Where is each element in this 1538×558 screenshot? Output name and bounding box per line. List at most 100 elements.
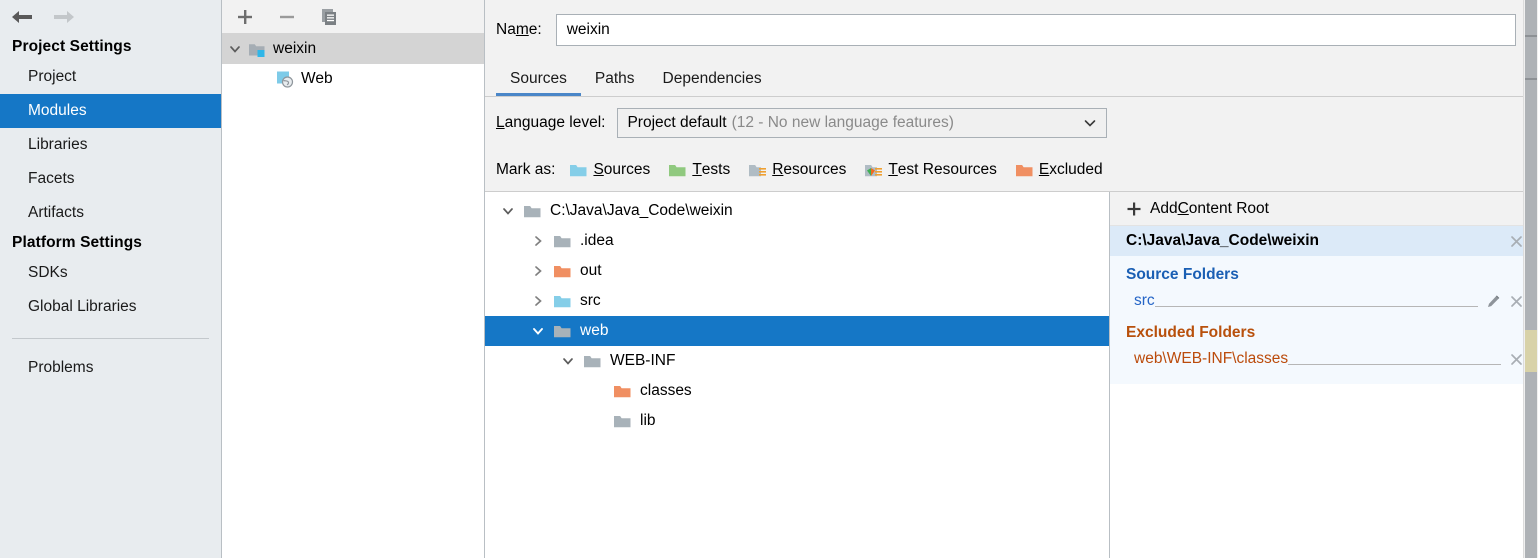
folder-resources-icon xyxy=(748,162,768,179)
chevron-right-icon[interactable] xyxy=(523,294,553,308)
source-folder-row[interactable]: src xyxy=(1110,288,1538,314)
language-level-select[interactable]: Project default (12 - No new language fe… xyxy=(617,108,1108,138)
settings-sidebar: Project Settings Project Modules Librari… xyxy=(0,0,222,558)
mark-as-test-resources-label: est Resources xyxy=(897,161,997,178)
sidebar-item-global-libraries[interactable]: Global Libraries xyxy=(0,290,221,324)
add-content-root-button[interactable]: Add Content Root xyxy=(1110,192,1538,226)
tab-paths[interactable]: Paths xyxy=(581,70,649,96)
mark-as-tests-button[interactable]: Tests xyxy=(668,161,730,179)
folder-plain-icon xyxy=(523,203,543,220)
chevron-right-icon[interactable] xyxy=(523,264,553,278)
tree-row-classes[interactable]: classes xyxy=(485,376,1109,406)
tree-row-label: .idea xyxy=(580,232,614,249)
chevron-down-icon[interactable] xyxy=(493,204,523,218)
content-root-path: C:\Java\Java_Code\weixin xyxy=(1126,232,1319,249)
remove-module-button[interactable] xyxy=(274,4,300,30)
mark-as-sources-button[interactable]: Sources xyxy=(569,161,650,179)
content-root-block: C:\Java\Java_Code\weixin Source Folders … xyxy=(1110,226,1538,384)
folder-plain-icon xyxy=(553,323,573,340)
add-content-root-post: ontent Root xyxy=(1188,199,1269,217)
module-tree-row-web[interactable]: Web xyxy=(222,64,484,94)
tree-row-label: WEB-INF xyxy=(610,352,676,369)
sidebar-item-modules[interactable]: Modules xyxy=(0,94,221,128)
scrollbar-highlight xyxy=(1525,330,1537,372)
chevron-down-icon[interactable] xyxy=(222,42,248,56)
forward-button[interactable] xyxy=(50,5,78,29)
module-folder-icon xyxy=(248,41,267,58)
module-name-label: Name: xyxy=(496,21,542,39)
sidebar-group-title-platform-settings: Platform Settings xyxy=(12,234,143,251)
chevron-down-icon[interactable] xyxy=(523,324,553,338)
project-structure-dialog: Project Settings Project Modules Librari… xyxy=(0,0,1538,558)
mark-as-sources-label: ources xyxy=(603,161,651,178)
tree-row-idea[interactable]: .idea xyxy=(485,226,1109,256)
close-icon xyxy=(1511,353,1522,365)
module-tree-row-weixin[interactable]: weixin xyxy=(222,34,484,64)
language-level-label: Language level: xyxy=(496,114,605,132)
excluded-folder-row[interactable]: web\WEB-INF\classes xyxy=(1110,346,1538,372)
plus-icon xyxy=(1126,201,1142,217)
copy-module-button[interactable] xyxy=(316,4,342,30)
close-icon xyxy=(1511,295,1522,307)
sidebar-item-libraries[interactable]: Libraries xyxy=(0,128,221,162)
language-level-value: Project default xyxy=(627,114,727,131)
folder-sources-icon xyxy=(569,162,589,179)
tree-row-web[interactable]: web xyxy=(485,316,1109,346)
scrollbar-thumb[interactable] xyxy=(1525,0,1537,558)
pencil-icon xyxy=(1488,294,1500,307)
module-name-input[interactable]: weixin xyxy=(555,14,1516,46)
tree-row-content-root[interactable]: C:\Java\Java_Code\weixin xyxy=(485,196,1109,226)
modules-panel: weixin Web xyxy=(222,0,485,558)
content-root-tree: C:\Java\Java_Code\weixin .idea out src w… xyxy=(485,192,1110,558)
module-tree-label: Web xyxy=(301,70,333,88)
remove-excluded-folder-button[interactable] xyxy=(1509,352,1524,367)
remove-content-root-button[interactable] xyxy=(1509,234,1524,249)
mark-as-row: Mark as: Sources Tests R esources T est … xyxy=(485,149,1538,191)
back-button[interactable] xyxy=(8,5,36,29)
excluded-folders-title: Excluded Folders xyxy=(1126,324,1256,341)
folder-underline xyxy=(1288,350,1501,365)
tree-row-lib[interactable]: lib xyxy=(485,406,1109,436)
mark-as-resources-button[interactable]: Resources xyxy=(748,161,846,179)
chevron-down-icon[interactable] xyxy=(553,354,583,368)
tree-row-label: src xyxy=(580,292,601,309)
sidebar-item-project[interactable]: Project xyxy=(0,60,221,94)
name-label-post: e: xyxy=(528,21,542,38)
sidebar-item-artifacts[interactable]: Artifacts xyxy=(0,196,221,230)
name-label-mnemonic: m xyxy=(515,21,529,38)
tree-row-label: C:\Java\Java_Code\weixin xyxy=(550,202,733,219)
tab-dependencies[interactable]: Dependencies xyxy=(649,70,776,96)
folder-excluded-icon xyxy=(553,263,573,280)
chevron-down-icon xyxy=(1082,115,1098,131)
folder-plain-icon xyxy=(583,353,603,370)
mark-as-resources-mnemonic: R xyxy=(772,161,784,178)
sidebar-item-facets[interactable]: Facets xyxy=(0,162,221,196)
tree-row-src[interactable]: src xyxy=(485,286,1109,316)
edit-source-folder-button[interactable] xyxy=(1486,294,1501,309)
mark-as-resources-label: esources xyxy=(783,161,847,178)
tree-row-web-inf[interactable]: WEB-INF xyxy=(485,346,1109,376)
module-editor: Name: weixin Sources Paths Dependencies … xyxy=(485,0,1538,558)
add-module-button[interactable] xyxy=(232,4,258,30)
language-level-label-rest: anguage level: xyxy=(504,114,606,131)
folder-plain-icon xyxy=(553,233,573,250)
folder-underline xyxy=(1154,292,1478,307)
mark-as-tests-label: ests xyxy=(701,161,731,178)
module-tabs: Sources Paths Dependencies xyxy=(485,60,1538,96)
tree-row-out[interactable]: out xyxy=(485,256,1109,286)
tree-row-label: lib xyxy=(640,412,656,429)
vertical-scrollbar[interactable] xyxy=(1523,0,1538,558)
mark-as-excluded-button[interactable]: Excluded xyxy=(1015,161,1103,179)
tree-row-label: out xyxy=(580,262,602,279)
remove-source-folder-button[interactable] xyxy=(1509,294,1524,309)
tab-sources[interactable]: Sources xyxy=(496,70,581,96)
mark-as-test-resources-mnemonic: T xyxy=(888,161,898,178)
sidebar-item-problems[interactable]: Problems xyxy=(0,351,221,385)
chevron-right-icon[interactable] xyxy=(523,234,553,248)
add-content-root-mnemonic: C xyxy=(1177,199,1189,217)
mark-as-test-resources-button[interactable]: Test Resources xyxy=(864,161,997,179)
sidebar-item-sdks[interactable]: SDKs xyxy=(0,256,221,290)
folder-excluded-icon xyxy=(1015,162,1035,179)
folder-tests-icon xyxy=(668,162,688,179)
source-folder-name: src xyxy=(1134,292,1155,309)
